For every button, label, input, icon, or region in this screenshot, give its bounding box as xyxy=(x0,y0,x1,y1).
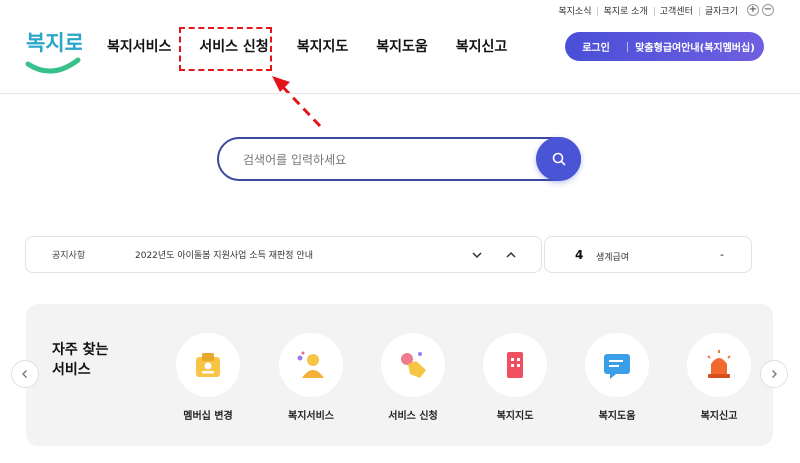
service-icon-circle xyxy=(687,333,751,397)
service-label: 복지지도 xyxy=(496,411,534,422)
chevron-left-icon xyxy=(22,370,27,378)
service-label: 복지서비스 xyxy=(288,411,334,422)
nav-welfare-report[interactable]: 복지신고 xyxy=(456,36,508,56)
ranking-trend: - xyxy=(720,248,724,261)
font-size-label: 글자크기 xyxy=(698,4,744,17)
slide-next-button[interactable] xyxy=(760,360,788,388)
utility-link-about[interactable]: 복지로 소개 xyxy=(597,4,653,17)
utility-bar: 복지소식 복지로 소개 고객센터 글자크기 + − xyxy=(552,2,774,18)
service-item-welfare-help[interactable]: 복지도움 xyxy=(577,333,657,422)
utility-link-support[interactable]: 고객센터 xyxy=(653,4,699,17)
main-nav: 복지서비스 서비스 신청 복지지도 복지도움 복지신고 xyxy=(107,36,535,56)
service-item-service-apply[interactable]: 서비스 신청 xyxy=(373,333,453,422)
site-logo[interactable]: 복지로 xyxy=(24,26,84,78)
font-decrease-button[interactable]: − xyxy=(762,4,774,16)
service-icon-circle xyxy=(585,333,649,397)
map-building-icon xyxy=(507,352,523,378)
frequent-services-title: 자주 찾는 서비스 xyxy=(52,340,108,380)
service-label: 복지신고 xyxy=(700,411,738,422)
service-item-membership[interactable]: 멤버십 변경 xyxy=(168,333,248,422)
membership-icon xyxy=(196,353,220,377)
service-icon-circle xyxy=(381,333,445,397)
custom-benefit-button[interactable]: 맞춤형급여안내(복지멤버십) xyxy=(628,39,764,54)
ranking-name: 생계급여 xyxy=(596,253,630,263)
person-icon xyxy=(297,351,324,378)
popular-ranking[interactable]: 4 생계급여 - xyxy=(544,236,752,273)
frequent-title-line2: 서비스 xyxy=(52,362,91,378)
logo-lettering: 복지로 xyxy=(26,31,82,55)
service-icon-circle xyxy=(279,333,343,397)
service-icon-circle xyxy=(176,333,240,397)
service-item-welfare-services[interactable]: 복지서비스 xyxy=(271,333,351,422)
nav-welfare-help[interactable]: 복지도움 xyxy=(376,36,428,56)
annotation-arrow-icon xyxy=(272,76,322,128)
nav-welfare-services[interactable]: 복지서비스 xyxy=(107,36,171,56)
service-label: 서비스 신청 xyxy=(388,411,438,422)
notice-label: 공지사항 xyxy=(52,251,86,261)
search-placeholder: 검색어를 입력하세요 xyxy=(243,153,347,167)
siren-icon xyxy=(707,350,731,378)
service-label: 복지도움 xyxy=(598,411,636,422)
login-button[interactable]: 로그인 xyxy=(565,39,627,54)
chat-icon xyxy=(604,354,630,379)
search-input[interactable]: 검색어를 입력하세요 xyxy=(217,137,581,181)
font-increase-button[interactable]: + xyxy=(747,4,759,16)
chevron-up-icon[interactable] xyxy=(505,249,517,261)
search-icon xyxy=(552,152,565,166)
service-label: 멤버십 변경 xyxy=(183,411,233,422)
notice-bar: 공지사항 2022년도 아이돌봄 지원사업 소득 재판정 안내 xyxy=(25,236,542,273)
slide-prev-button[interactable] xyxy=(11,360,39,388)
service-item-welfare-report[interactable]: 복지신고 xyxy=(679,333,759,422)
notice-text[interactable]: 2022년도 아이돌봄 지원사업 소득 재판정 안내 xyxy=(135,248,313,261)
service-item-welfare-map[interactable]: 복지지도 xyxy=(475,333,555,422)
service-icon-circle xyxy=(483,333,547,397)
hand-tap-icon xyxy=(401,352,426,378)
header-divider xyxy=(0,93,800,94)
nav-welfare-map[interactable]: 복지지도 xyxy=(297,36,349,56)
chevron-down-icon[interactable] xyxy=(471,249,483,261)
frequent-title-line1: 자주 찾는 xyxy=(52,342,109,358)
ranking-number: 4 xyxy=(575,248,584,262)
utility-link-news[interactable]: 복지소식 xyxy=(552,4,597,17)
chevron-right-icon xyxy=(772,370,777,378)
login-bar: 로그인 맞춤형급여안내(복지멤버십) xyxy=(565,32,764,61)
search-button[interactable] xyxy=(536,137,581,181)
annotation-highlight-box xyxy=(179,27,272,71)
